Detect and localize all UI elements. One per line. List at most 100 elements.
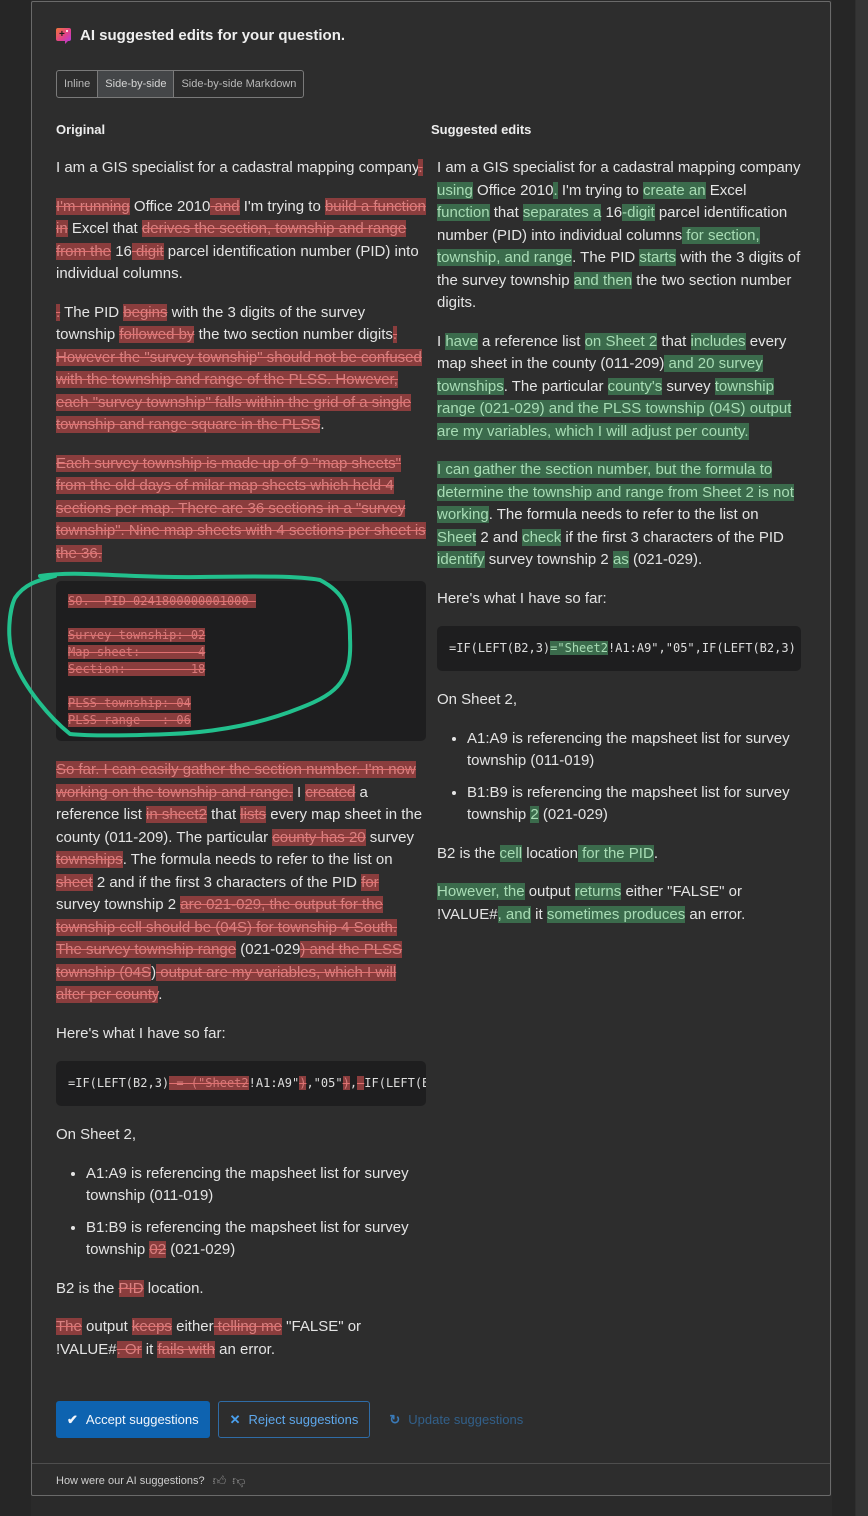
original-paragraph: The output keeps either telling me "FALS… bbox=[56, 1318, 362, 1358]
feedback-prompt: How were our AI suggestions? bbox=[56, 1475, 205, 1487]
deletion: in sheet2 bbox=[146, 806, 207, 823]
original-code-block-pid-breakdown: SO. PID 0241800000001000 Survey township… bbox=[56, 581, 426, 741]
update-suggestions-button[interactable]: ↻ Update suggestions bbox=[378, 1401, 534, 1438]
deletion: The bbox=[56, 1318, 82, 1335]
check-icon: ✔ bbox=[67, 1411, 78, 1427]
suggested-paragraph: I have a reference list on Sheet 2 that … bbox=[437, 332, 792, 440]
insertion: returns bbox=[574, 883, 622, 900]
list-item: B1:B9 is referencing the mapsheet list f… bbox=[86, 1217, 426, 1262]
insertion: sometimes produces bbox=[546, 905, 686, 923]
deletion: sheet bbox=[56, 873, 93, 891]
insertion: and then bbox=[573, 271, 633, 289]
deletion: Section: 18 bbox=[68, 662, 206, 676]
suggested-paragraph: I can gather the section number, but the… bbox=[437, 461, 794, 568]
refresh-icon: ↻ bbox=[389, 1411, 401, 1427]
original-paragraph: I am a GIS specialist for a cadastral ma… bbox=[56, 159, 423, 176]
insertion: separates a bbox=[522, 204, 602, 221]
original-heading: Original bbox=[56, 122, 106, 137]
insertion: function bbox=[437, 204, 490, 221]
suggested-paragraph: Here's what I have so far: bbox=[437, 589, 607, 607]
insertion: ="Sheet2 bbox=[550, 641, 608, 655]
insertion: includes bbox=[690, 332, 746, 350]
deletion: = ("Sheet2 bbox=[169, 1076, 249, 1090]
list-item: A1:A9 is referencing the mapsheet list f… bbox=[86, 1163, 426, 1208]
deletion: Map sheet: 4 bbox=[68, 645, 206, 659]
deletion: I'm running bbox=[56, 197, 130, 215]
suggested-paragraph: I am a GIS specialist for a cadastral ma… bbox=[437, 159, 801, 311]
deletion: Each survey township is made up of 9 "ma… bbox=[56, 454, 426, 562]
ai-sparkle-icon: + bbox=[56, 27, 72, 44]
original-column: Original I am a GIS specialist for a cad… bbox=[56, 122, 426, 1377]
suggested-paragraph: However, the output returns either "FALS… bbox=[437, 883, 746, 923]
suggested-heading: Suggested edits bbox=[431, 122, 532, 137]
insertion: 2 bbox=[530, 806, 539, 823]
feedback-bar: How were our AI suggestions? 👍︎ 👎︎ bbox=[32, 1463, 830, 1498]
original-paragraph: B2 is the PID location. bbox=[56, 1279, 204, 1297]
dialog-header: + AI suggested edits for your question. bbox=[56, 27, 345, 44]
original-code-block-formula: =IF(LEFT(B2,3) = ("Sheet2!A1:A9"),"05"),… bbox=[56, 1061, 426, 1106]
deletion: PLSS township: 04 bbox=[68, 696, 191, 710]
original-paragraph: So far. I can easily gather the section … bbox=[56, 761, 423, 1003]
original-paragraph: . The PID begins with the 3 digits of th… bbox=[56, 303, 422, 433]
insertion: starts bbox=[639, 249, 677, 266]
deletion: created bbox=[305, 783, 356, 801]
dialog-title: AI suggested edits for your question. bbox=[80, 27, 346, 44]
thumbs-down-icon[interactable]: 👎︎ bbox=[232, 1473, 245, 1489]
tab-inline[interactable]: Inline bbox=[57, 71, 99, 97]
original-bullet-list: A1:A9 is referencing the mapsheet list f… bbox=[56, 1163, 426, 1262]
insertion: using bbox=[437, 181, 473, 199]
original-paragraph: On Sheet 2, bbox=[56, 1126, 137, 1143]
insertion: , and bbox=[497, 905, 531, 923]
insertion: check bbox=[522, 528, 562, 546]
deletion: digit bbox=[131, 242, 164, 260]
original-paragraph: Each survey township is made up of 9 "ma… bbox=[56, 453, 426, 566]
page-gutter-right bbox=[832, 0, 856, 1516]
view-mode-tabs: Inline Side-by-side Side-by-side Markdow… bbox=[56, 70, 305, 98]
deletion: begins bbox=[123, 303, 168, 321]
insertion: county's bbox=[607, 377, 663, 395]
scrollbar[interactable] bbox=[855, 0, 868, 1516]
deletion: . Or bbox=[116, 1340, 142, 1358]
page-gutter-left bbox=[0, 0, 31, 1516]
list-item: B1:B9 is referencing the mapsheet list f… bbox=[467, 782, 801, 827]
deletion: fails with bbox=[157, 1340, 215, 1358]
ai-suggestions-dialog: + AI suggested edits for your question. … bbox=[31, 1, 831, 1496]
deletion: telling me bbox=[213, 1318, 283, 1335]
insertion: identify bbox=[437, 551, 485, 568]
tab-side-by-side[interactable]: Side-by-side bbox=[98, 71, 175, 97]
deletion: for bbox=[361, 873, 379, 891]
deletion: ) bbox=[342, 1076, 350, 1090]
list-item: A1:A9 is referencing the mapsheet list f… bbox=[467, 728, 801, 773]
deletion: and bbox=[210, 197, 240, 215]
deletion: Survey township: 02 bbox=[68, 628, 206, 642]
deletion: . bbox=[418, 159, 423, 176]
reject-suggestions-button[interactable]: ✕ Reject suggestions bbox=[217, 1401, 371, 1438]
deletion: townships bbox=[56, 851, 123, 868]
tab-side-by-side-markdown[interactable]: Side-by-side Markdown bbox=[174, 71, 303, 97]
insertion: have bbox=[445, 332, 478, 350]
insertion: on Sheet 2 bbox=[584, 332, 658, 350]
insertion: cell bbox=[499, 844, 523, 862]
original-paragraph: I'm running Office 2010 and I'm trying t… bbox=[56, 197, 426, 282]
suggestion-actions: ✔ Accept suggestions ✕ Reject suggestion… bbox=[56, 1401, 542, 1438]
insertion: create an bbox=[643, 181, 706, 199]
original-paragraph: Here's what I have so far: bbox=[56, 1024, 226, 1042]
insertion: for the PID bbox=[577, 844, 654, 862]
insertion: Sheet bbox=[437, 528, 477, 546]
accept-suggestions-button[interactable]: ✔ Accept suggestions bbox=[56, 1401, 210, 1438]
deletion: keeps bbox=[131, 1318, 172, 1335]
suggested-column: Suggested edits I am a GIS specialist fo… bbox=[431, 122, 801, 942]
deletion: PID bbox=[118, 1279, 144, 1297]
thumbs-up-icon[interactable]: 👍︎ bbox=[213, 1473, 227, 1489]
deletion: SO. PID 0241800000001000 bbox=[68, 594, 256, 608]
deletion: followed by bbox=[119, 326, 195, 343]
insertion: as bbox=[612, 551, 629, 568]
deletion: PLSS range : 06 bbox=[68, 713, 191, 727]
insertion: However, the bbox=[437, 883, 525, 900]
deletion: county has 20 bbox=[272, 828, 366, 846]
suggested-paragraph: B2 is the cell location for the PID. bbox=[437, 844, 658, 862]
deletion: 02 bbox=[149, 1241, 167, 1258]
deletion: lists bbox=[240, 806, 267, 823]
suggested-code-block-formula: =IF(LEFT(B2,3)="Sheet2!A1:A9","05",IF(LE… bbox=[437, 626, 801, 671]
suggested-paragraph: On Sheet 2, bbox=[437, 691, 518, 708]
